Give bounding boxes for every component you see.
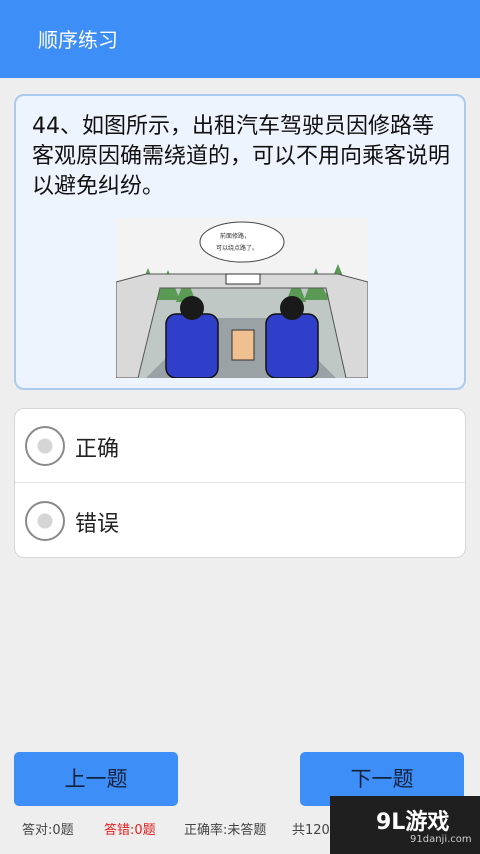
radio-button[interactable] [25,426,65,466]
wrong-count: 答错:0题 [104,823,156,838]
option-label: 正确 [75,437,120,462]
total-count: 共120 [292,823,330,838]
radio-button[interactable] [25,501,65,541]
page-title: 顺序练习 [38,28,118,52]
options-list: 正确 错误 [14,408,467,558]
option-label: 错误 [75,512,120,537]
watermark-url: 91danji.com [410,834,472,845]
watermark: 9L游戏 91danji.com [330,796,480,854]
correct-count: 答对:0题 [22,823,74,838]
app-header: 顺序练习 [0,0,480,78]
option-correct[interactable]: 正确 [15,409,467,483]
speech-line-1: 前面修路， [220,232,250,240]
option-wrong[interactable]: 错误 [15,484,467,558]
watermark-logo: 9L游戏 [376,810,450,835]
accuracy-rate: 正确率:未答题 [184,823,267,838]
question-illustration: 前面修路， 可以绕点路了。 [116,218,368,378]
prev-question-button[interactable]: 上一题 [14,752,178,806]
question-text: 44、如图所示，出租汽车驾驶员因修路等客观原因确需绕道的，可以不用向乘客说明以避… [32,114,451,199]
speech-line-2: 可以绕点路了。 [216,244,258,252]
question-card: 44、如图所示，出租汽车驾驶员因修路等客观原因确需绕道的，可以不用向乘客说明以避… [14,94,466,390]
